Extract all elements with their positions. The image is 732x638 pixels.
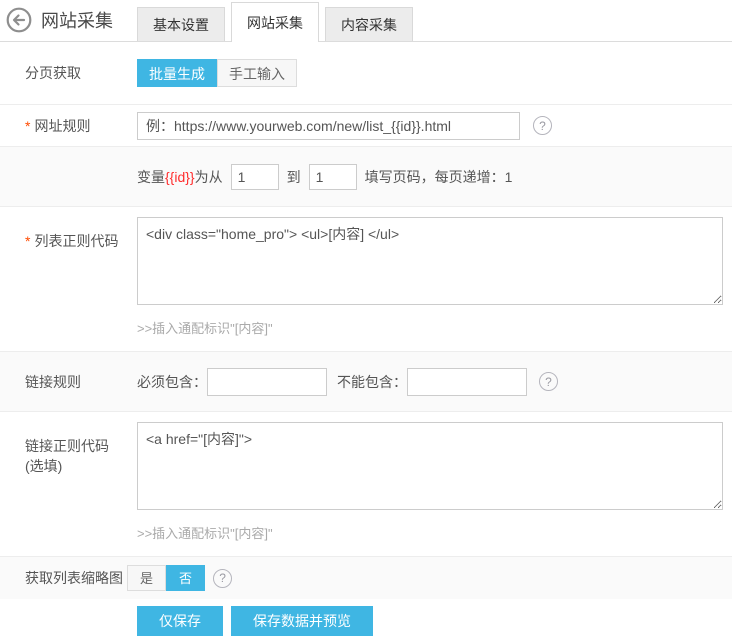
actions-row: 仅保存 保存数据并预览 bbox=[0, 599, 732, 638]
link-rule-help-icon[interactable]: ? bbox=[539, 372, 558, 391]
pagination-manual-option[interactable]: 手工输入 bbox=[217, 59, 297, 87]
link-rule-label: 链接规则 bbox=[0, 372, 137, 392]
thumbnail-yes-option[interactable]: 是 bbox=[127, 565, 166, 591]
url-rule-input[interactable] bbox=[137, 112, 520, 140]
url-rule-help-icon[interactable]: ? bbox=[533, 116, 552, 135]
link-regex-row: 链接正则代码 (选填) <a href="[内容]"> >>插入通配标识"[内容… bbox=[0, 412, 732, 557]
back-icon[interactable] bbox=[6, 7, 32, 33]
pagination-batch-option[interactable]: 批量生成 bbox=[137, 59, 217, 87]
variable-row: 变量{{id}}为从 到 填写页码，每页递增：1 bbox=[0, 147, 732, 207]
website-collection-page: 网站采集 基本设置 网站采集 内容采集 分页获取 批量生成 手工输入 *网址规则… bbox=[0, 0, 732, 638]
pagination-label: 分页获取 bbox=[0, 63, 137, 83]
tab-bar: 基本设置 网站采集 内容采集 bbox=[137, 2, 413, 41]
thumbnail-no-option[interactable]: 否 bbox=[166, 565, 205, 591]
pagination-row: 分页获取 批量生成 手工输入 bbox=[0, 42, 732, 105]
list-regex-label: *列表正则代码 bbox=[0, 217, 137, 251]
variable-to-word: 到 bbox=[287, 167, 301, 187]
link-regex-textarea[interactable]: <a href="[内容]"> bbox=[137, 422, 723, 510]
variable-token: {{id}} bbox=[165, 169, 195, 185]
required-asterisk: * bbox=[25, 233, 30, 249]
variable-text-before: 变量 bbox=[137, 167, 165, 187]
thumbnail-row: 获取列表缩略图 是 否 ? bbox=[0, 557, 732, 599]
save-preview-button[interactable]: 保存数据并预览 bbox=[231, 606, 373, 636]
list-regex-insert-link[interactable]: >>插入通配标识"[内容]" bbox=[137, 318, 723, 337]
list-regex-textarea[interactable]: <div class="home_pro"> <ul>[内容] </ul> bbox=[137, 217, 723, 305]
not-contain-label: 不能包含： bbox=[337, 372, 407, 392]
url-rule-label: *网址规则 bbox=[0, 116, 137, 136]
thumbnail-help-icon[interactable]: ? bbox=[213, 569, 232, 588]
list-regex-row: *列表正则代码 <div class="home_pro"> <ul>[内容] … bbox=[0, 207, 732, 352]
save-button[interactable]: 仅保存 bbox=[137, 606, 223, 636]
pagination-toggle: 批量生成 手工输入 bbox=[137, 59, 297, 87]
link-rule-row: 链接规则 必须包含： 不能包含： ? bbox=[0, 352, 732, 412]
must-contain-label: 必须包含： bbox=[137, 372, 207, 392]
tab-content-collection[interactable]: 内容采集 bbox=[325, 7, 413, 41]
variable-text-after: 填写页码，每页递增：1 bbox=[365, 167, 513, 187]
tab-basic-settings[interactable]: 基本设置 bbox=[137, 7, 225, 41]
thumbnail-label: 获取列表缩略图 bbox=[0, 568, 127, 588]
list-regex-field: <div class="home_pro"> <ul>[内容] </ul> >>… bbox=[137, 217, 723, 337]
variable-text-mid: 为从 bbox=[195, 167, 223, 187]
header-left: 网站采集 bbox=[6, 7, 113, 33]
url-rule-row: *网址规则 ? bbox=[0, 105, 732, 147]
page-to-input[interactable] bbox=[309, 164, 357, 190]
tab-website-collection[interactable]: 网站采集 bbox=[231, 2, 319, 42]
page-title: 网站采集 bbox=[41, 7, 113, 33]
not-contain-input[interactable] bbox=[407, 368, 527, 396]
required-asterisk: * bbox=[25, 118, 30, 134]
page-from-input[interactable] bbox=[231, 164, 279, 190]
thumbnail-toggle: 是 否 bbox=[127, 565, 205, 591]
link-regex-optional-note: (选填) bbox=[25, 456, 137, 476]
must-contain-input[interactable] bbox=[207, 368, 327, 396]
link-regex-field: <a href="[内容]"> >>插入通配标识"[内容]" bbox=[137, 422, 723, 542]
link-regex-label: 链接正则代码 (选填) bbox=[0, 422, 137, 476]
page-header: 网站采集 基本设置 网站采集 内容采集 bbox=[0, 0, 732, 42]
link-regex-insert-link[interactable]: >>插入通配标识"[内容]" bbox=[137, 523, 723, 542]
